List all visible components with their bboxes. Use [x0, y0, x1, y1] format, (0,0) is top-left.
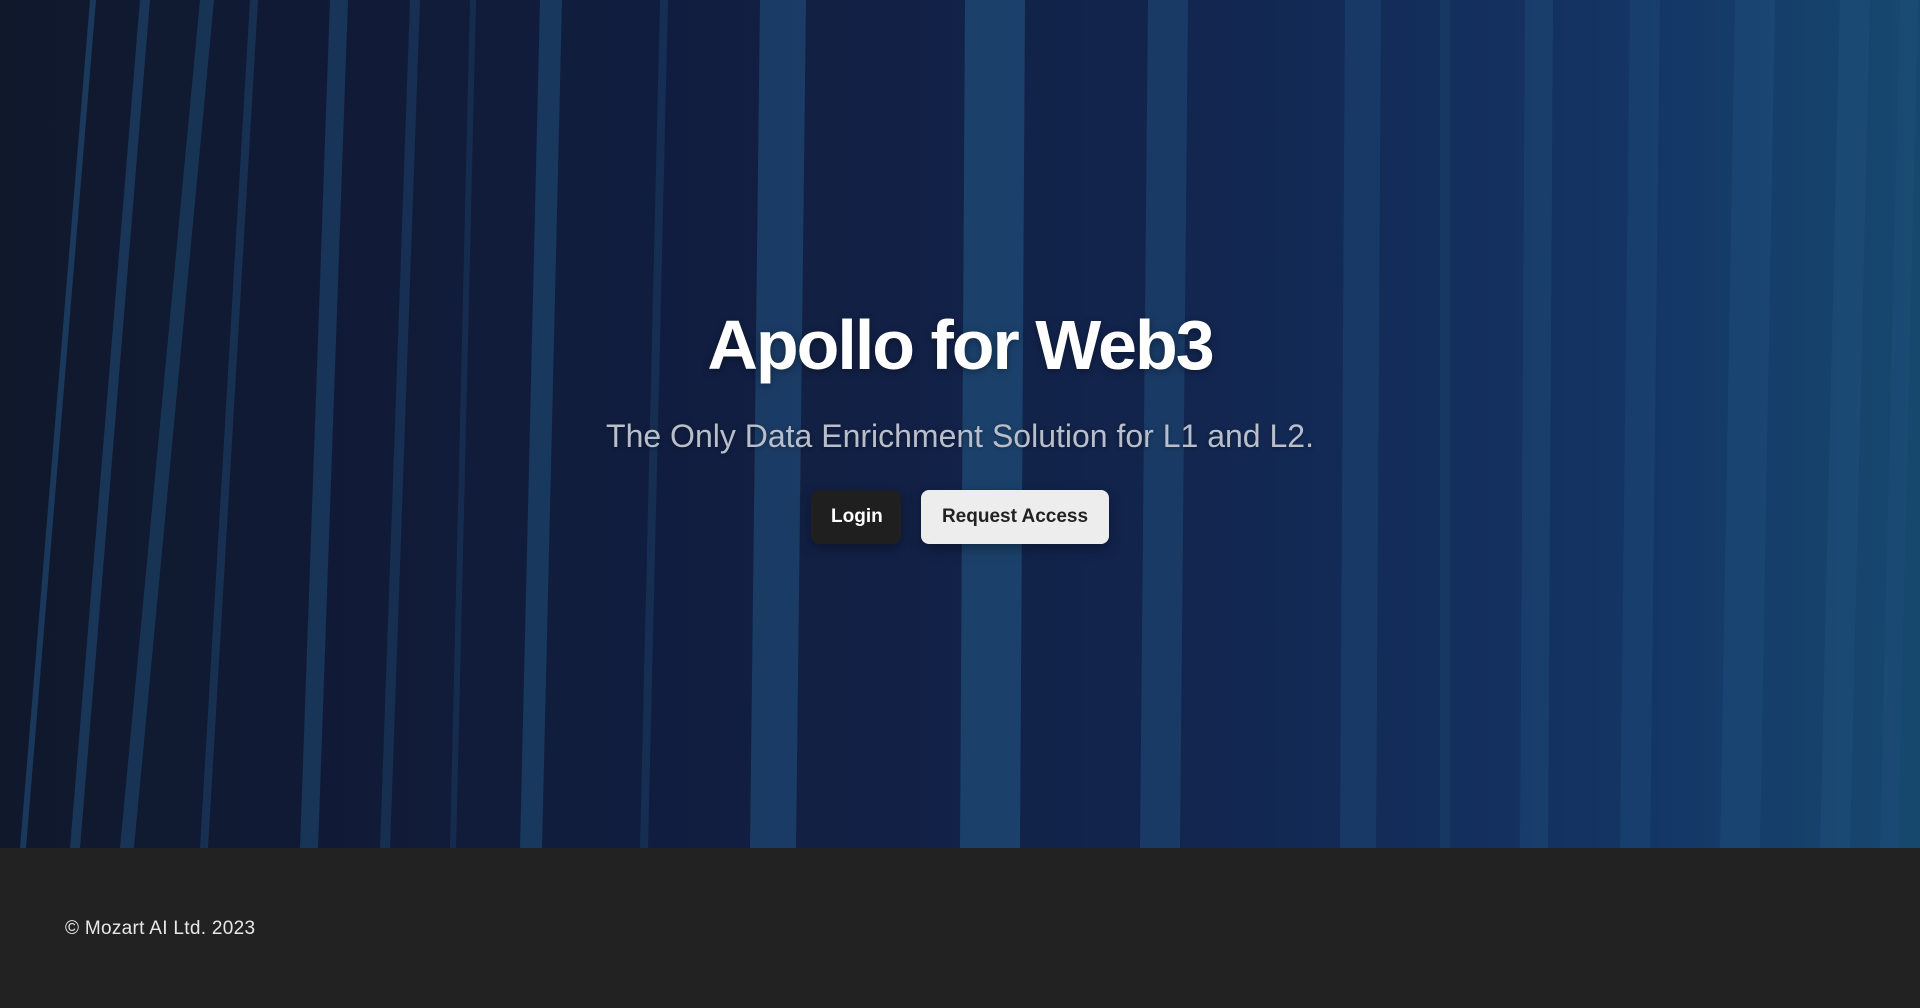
hero-actions: Login Request Access	[0, 490, 1920, 544]
hero-content: Apollo for Web3 The Only Data Enrichment…	[0, 300, 1920, 544]
copyright-text: © Mozart AI Ltd. 2023	[65, 918, 256, 939]
hero-subtitle: The Only Data Enrichment Solution for L1…	[606, 418, 1314, 454]
login-button[interactable]: Login	[811, 490, 901, 544]
page-title: Apollo for Web3	[707, 306, 1214, 384]
footer: © Mozart AI Ltd. 2023	[0, 848, 1920, 1008]
hero-section: Apollo for Web3 The Only Data Enrichment…	[0, 0, 1920, 848]
request-access-button[interactable]: Request Access	[921, 490, 1109, 544]
